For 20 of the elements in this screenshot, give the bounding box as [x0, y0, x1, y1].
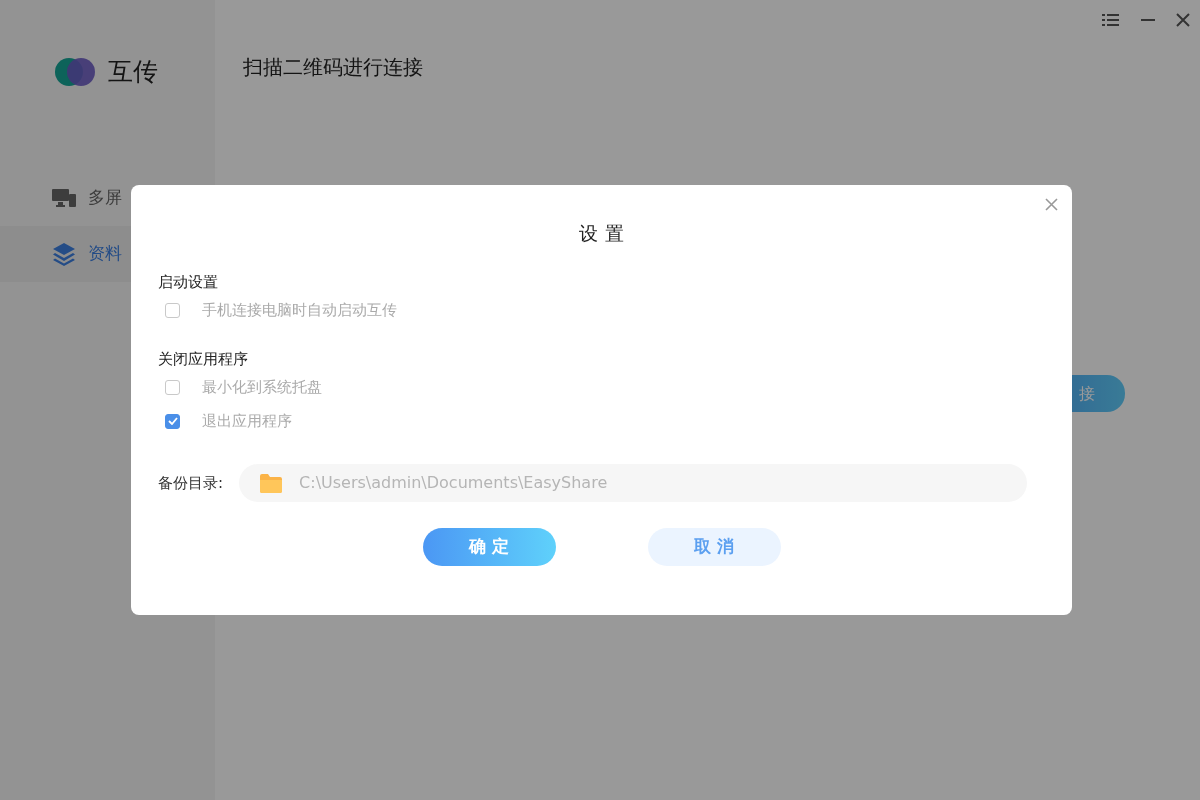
cancel-button[interactable]: 取 消 — [647, 528, 781, 566]
app-name: 互传 — [108, 56, 158, 89]
field-label: 备份目录: — [158, 472, 224, 494]
checkbox[interactable] — [165, 413, 180, 429]
checkbox-label: 手机连接电脑时自动启动互传 — [202, 300, 397, 322]
layers-icon — [52, 242, 76, 266]
checkbox[interactable] — [165, 303, 180, 318]
checkbox-label: 最小化到系统托盘 — [202, 376, 322, 398]
section-heading: 关闭应用程序 — [158, 348, 249, 370]
checkbox-label: 退出应用程序 — [202, 410, 292, 432]
backup-path-field[interactable]: C:\Users\admin\Documents\EasyShare — [239, 464, 1027, 502]
close-icon[interactable] — [1045, 198, 1058, 211]
confirm-button[interactable]: 确 定 — [422, 528, 556, 566]
dialog-title: 设 置 — [578, 221, 625, 246]
logo-icon — [54, 57, 96, 87]
folder-icon — [259, 472, 284, 494]
page-heading: 扫描二维码进行连接 — [242, 54, 424, 81]
sidebar-item[interactable]: 多屏 — [0, 170, 215, 226]
monitor-icon — [52, 187, 76, 209]
checkbox[interactable] — [165, 379, 180, 395]
